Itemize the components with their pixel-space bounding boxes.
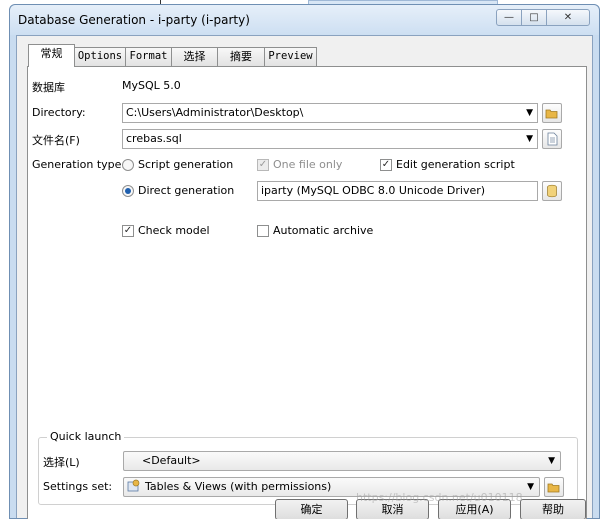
directory-value: C:\Users\Administrator\Desktop\ xyxy=(126,106,304,119)
tab-format[interactable]: Format xyxy=(125,47,172,66)
minimize-button[interactable]: — xyxy=(496,9,522,26)
datasource-value: iparty (MySQL ODBC 8.0 Unicode Driver) xyxy=(261,184,486,197)
check-model-checkbox[interactable]: ✓ xyxy=(122,225,134,237)
dbms-value: MySQL 5.0 xyxy=(122,79,181,92)
dbms-label: 数据库 xyxy=(32,81,65,94)
browse-settings-button[interactable] xyxy=(544,477,564,497)
select-datasource-button[interactable] xyxy=(542,181,562,201)
direct-generation-radio[interactable] xyxy=(122,185,134,197)
window-title: Database Generation - i-party (i-party) xyxy=(18,13,250,27)
settings-set-icon xyxy=(127,479,140,492)
help-button[interactable]: 帮助 xyxy=(520,499,586,519)
quick-launch-selection-combo[interactable]: <Default> ▼ xyxy=(123,451,561,471)
automatic-archive-checkbox[interactable] xyxy=(257,225,269,237)
separator xyxy=(39,213,579,214)
close-button[interactable]: ✕ xyxy=(546,9,590,26)
watermark: https://blog.csdn.net/u010118 xyxy=(356,491,523,504)
quick-launch-selection-value: <Default> xyxy=(142,454,201,467)
database-icon xyxy=(547,184,557,198)
tab-summary[interactable]: 摘要 xyxy=(217,47,265,66)
filename-value: crebas.sql xyxy=(126,132,182,145)
script-generation-label: Script generation xyxy=(138,158,234,171)
datasource-field[interactable]: iparty (MySQL ODBC 8.0 Unicode Driver) xyxy=(257,181,538,201)
title-bar[interactable]: Database Generation - i-party (i-party) … xyxy=(10,5,599,35)
chevron-down-icon: ▼ xyxy=(527,482,534,492)
one-file-only-label: One file only xyxy=(273,158,343,171)
folder-icon xyxy=(545,109,558,119)
maximize-button[interactable]: □ xyxy=(521,9,547,26)
one-file-only-checkbox: ✓ xyxy=(257,159,269,171)
edit-generation-script-checkbox[interactable]: ✓ xyxy=(380,159,392,171)
check-model-label: Check model xyxy=(138,224,210,237)
ok-button[interactable]: 确定 xyxy=(275,499,348,519)
direct-generation-label: Direct generation xyxy=(138,184,235,197)
edit-generation-script-label: Edit generation script xyxy=(396,158,515,171)
tab-options[interactable]: Options xyxy=(74,47,126,66)
automatic-archive-label: Automatic archive xyxy=(273,224,374,237)
quick-launch-selection-label: 选择(L) xyxy=(43,456,80,469)
tab-preview[interactable]: Preview xyxy=(264,47,317,66)
chevron-down-icon: ▼ xyxy=(526,134,533,144)
settings-set-label: Settings set: xyxy=(43,480,113,493)
filename-combo[interactable]: crebas.sql ▼ xyxy=(122,129,538,149)
edit-file-button[interactable] xyxy=(542,129,562,149)
filename-label: 文件名(F) xyxy=(32,134,80,147)
folder-icon xyxy=(547,483,560,493)
chevron-down-icon: ▼ xyxy=(526,108,533,118)
directory-label: Directory: xyxy=(32,106,86,119)
tab-selection[interactable]: 选择 xyxy=(171,47,218,66)
document-icon xyxy=(547,132,558,146)
chevron-down-icon: ▼ xyxy=(548,456,555,466)
tab-general[interactable]: 常规 xyxy=(28,44,75,67)
general-tab-panel: 数据库 MySQL 5.0 Directory: C:\Users\Admini… xyxy=(27,66,587,519)
settings-set-value: Tables & Views (with permissions) xyxy=(145,480,332,493)
script-generation-radio[interactable] xyxy=(122,159,134,171)
browse-directory-button[interactable] xyxy=(542,103,562,123)
generation-type-label: Generation type: xyxy=(32,158,126,171)
quick-launch-title: Quick launch xyxy=(47,430,125,443)
database-generation-dialog: Database Generation - i-party (i-party) … xyxy=(9,4,600,519)
directory-combo[interactable]: C:\Users\Administrator\Desktop\ ▼ xyxy=(122,103,538,123)
dialog-client-area: 常规 Options Format 选择 摘要 Preview 数据库 MySQ… xyxy=(16,35,593,519)
